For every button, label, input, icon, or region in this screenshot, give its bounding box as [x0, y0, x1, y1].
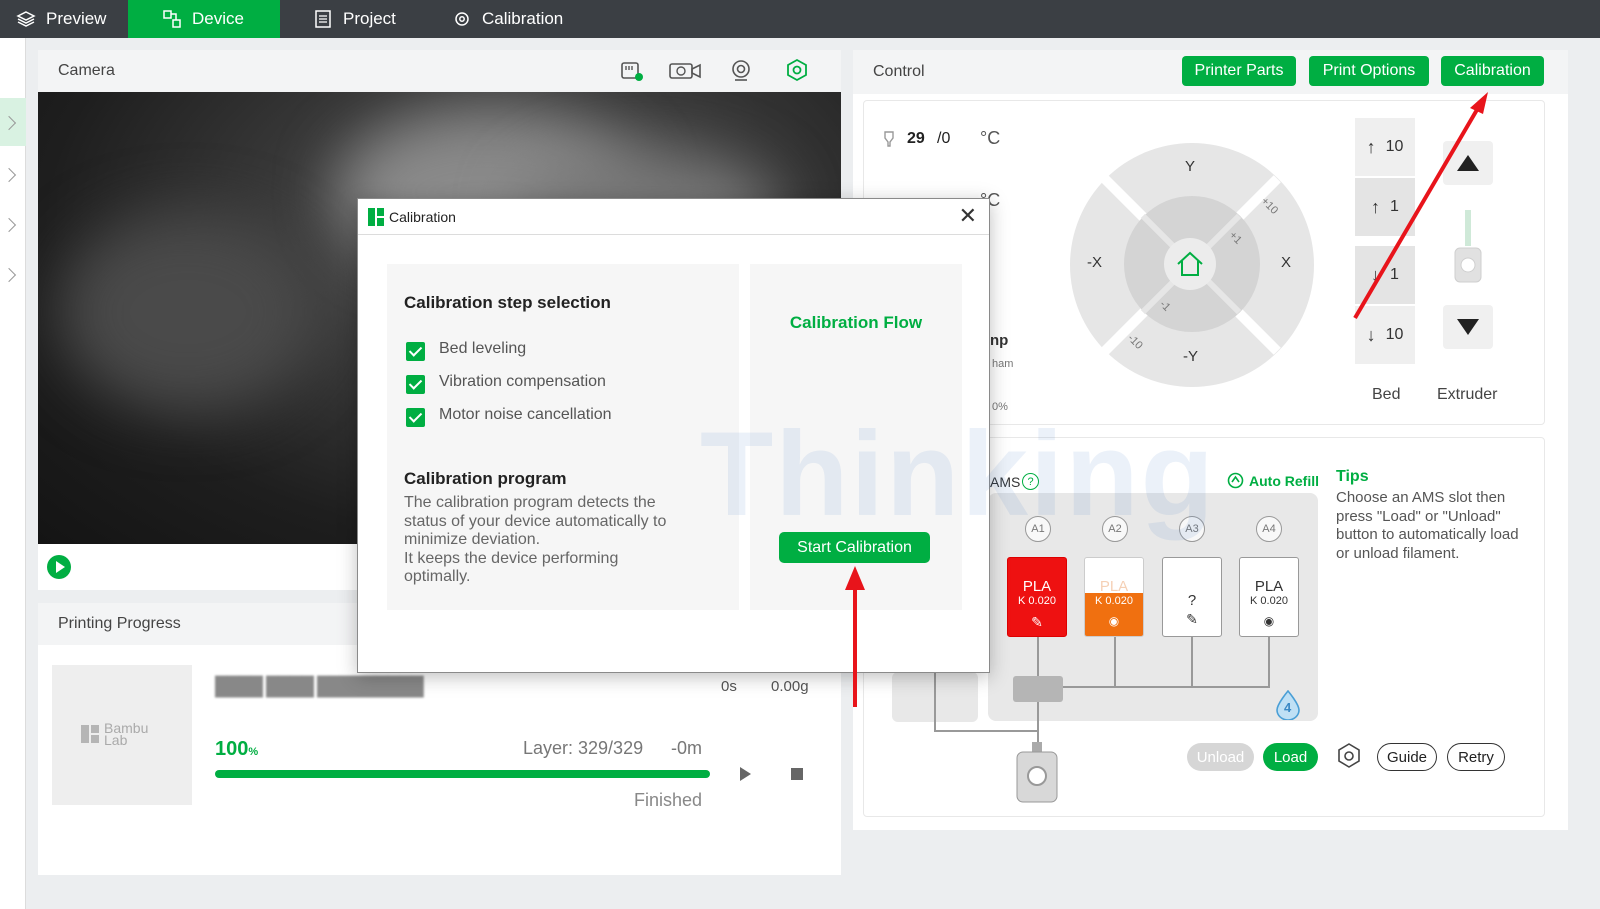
annotation-arrowhead: [1470, 92, 1488, 114]
annotation-arrowhead: [845, 566, 865, 590]
annotation-arrow-calibration: [1353, 106, 1480, 320]
annotation-arrows: [845, 92, 1488, 707]
